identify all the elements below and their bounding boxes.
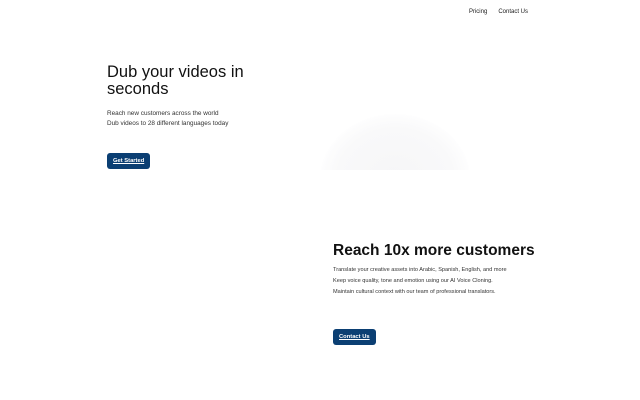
glow-shape bbox=[320, 114, 470, 170]
nav-link-contact-us[interactable]: Contact Us bbox=[498, 9, 528, 15]
hero-title: Dub your videos in seconds bbox=[107, 63, 244, 98]
hero-subtitle-line: Reach new customers across the world bbox=[107, 110, 219, 117]
hero-background-glow bbox=[316, 112, 474, 170]
get-started-button[interactable]: Get Started bbox=[107, 153, 151, 169]
hero-subtitle-line: Dub videos to 28 different languages tod… bbox=[107, 120, 229, 127]
features-title: Reach 10x more customers bbox=[333, 242, 535, 259]
contact-us-button[interactable]: Contact Us bbox=[333, 329, 376, 345]
feature-line: Keep voice quality, tone and emotion usi… bbox=[333, 277, 493, 284]
feature-line: Maintain cultural context with our team … bbox=[333, 288, 496, 295]
top-nav: Pricing Contact Us bbox=[469, 9, 528, 15]
features-section: Reach 10x more customers Translate your … bbox=[333, 242, 573, 345]
page: Pricing Contact Us Dub your videos in se… bbox=[0, 0, 640, 400]
features-description: Translate your creative assets into Arab… bbox=[333, 265, 573, 298]
nav-link-pricing[interactable]: Pricing bbox=[469, 9, 487, 15]
feature-line: Translate your creative assets into Arab… bbox=[333, 266, 507, 273]
hero-section: Dub your videos in seconds Reach new cus… bbox=[107, 63, 307, 169]
hero-subtitle: Reach new customers across the world Dub… bbox=[107, 109, 307, 129]
